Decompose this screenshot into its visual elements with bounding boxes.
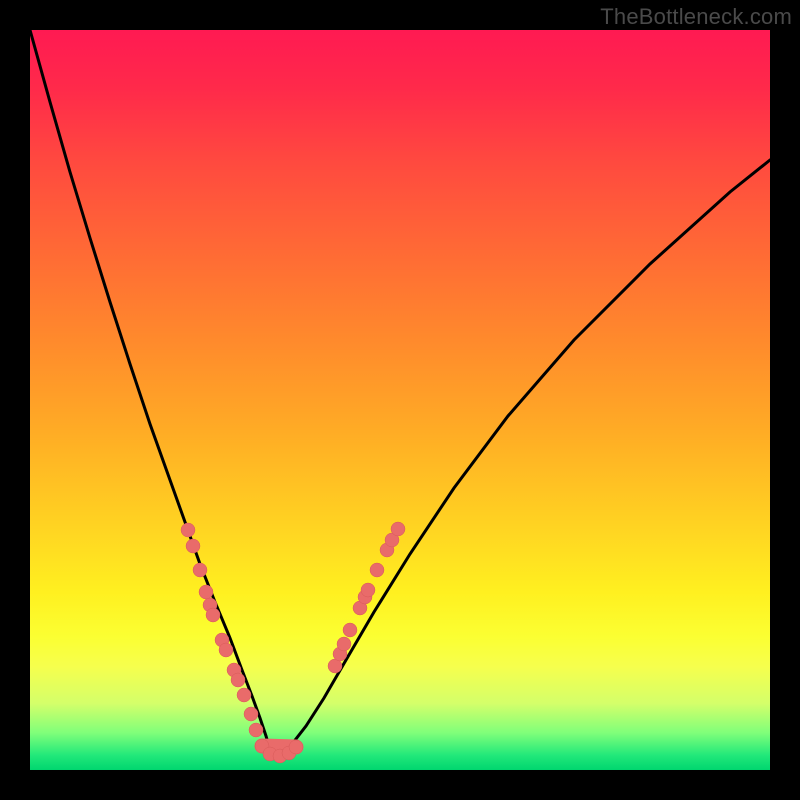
curve-dot — [181, 523, 195, 537]
curve-dot — [343, 623, 357, 637]
plot-area — [30, 30, 770, 770]
curve-dot — [199, 585, 213, 599]
curve-dot — [237, 688, 251, 702]
curve-dot — [244, 707, 258, 721]
curve-dot — [249, 723, 263, 737]
curve-dot — [206, 608, 220, 622]
v-curve — [30, 30, 770, 752]
curve-dot — [391, 522, 405, 536]
curve-dot — [337, 637, 351, 651]
curve-dot — [361, 583, 375, 597]
watermark-text: TheBottleneck.com — [600, 4, 792, 30]
curve-dot — [193, 563, 207, 577]
curve-dot — [289, 740, 303, 754]
curve-dot — [370, 563, 384, 577]
curve-dot — [231, 673, 245, 687]
curve-dot — [219, 643, 233, 657]
chart-frame: TheBottleneck.com — [0, 0, 800, 800]
curve-dot — [186, 539, 200, 553]
curve-markers — [181, 522, 405, 763]
curve-svg — [30, 30, 770, 770]
